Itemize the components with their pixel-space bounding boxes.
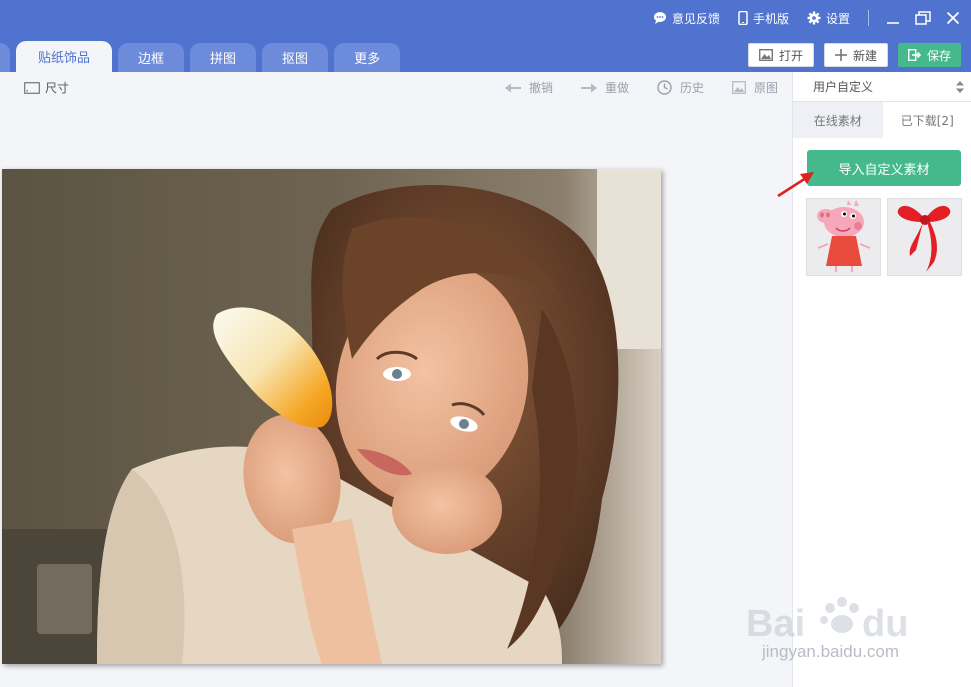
redo-label: 重做	[604, 81, 629, 95]
close-icon	[946, 11, 960, 25]
original-button[interactable]: 原图	[732, 79, 778, 96]
title-bar: 意见反馈 手机版 设置 贴纸饰品 边框 拼图 抠图 更多 打开 新建 保存	[0, 0, 971, 72]
undo-button[interactable]: 撤销	[504, 79, 553, 96]
feedback-link[interactable]: 意见反馈	[653, 10, 720, 27]
select-arrows-icon	[956, 81, 964, 93]
tab-online-materials[interactable]: 在线素材	[793, 102, 883, 138]
svg-text:du: du	[862, 603, 908, 645]
top-links: 意见反馈 手机版 设置	[653, 0, 971, 36]
sticker-red-ribbon[interactable]	[887, 198, 962, 276]
edit-toolbar: 尺寸 撤销 重做 历史 原图	[0, 72, 792, 102]
redo-button[interactable]: 重做	[580, 79, 629, 96]
size-label: 尺寸	[45, 81, 70, 95]
sticker-peppa-pig[interactable]	[806, 198, 881, 276]
new-button[interactable]: 新建	[823, 43, 888, 67]
settings-label: 设置	[825, 11, 850, 26]
undo-label: 撤销	[528, 81, 553, 95]
open-button[interactable]: 打开	[747, 43, 814, 67]
tab-borders[interactable]: 边框	[118, 43, 185, 72]
tab-more[interactable]: 更多	[334, 43, 401, 72]
save-button[interactable]: 保存	[897, 43, 961, 67]
history-label: 历史	[679, 81, 704, 95]
gear-icon	[807, 11, 821, 25]
file-actions: 打开 新建 保存	[738, 43, 961, 67]
save-label: 保存	[926, 48, 951, 63]
editor-canvas: 尺寸 撤销 重做 历史 原图	[0, 72, 792, 687]
tab-collage[interactable]: 拼图	[190, 43, 257, 72]
history-tools: 撤销 重做 历史 原图	[477, 79, 778, 96]
resize-icon	[24, 81, 40, 94]
feedback-label: 意见反馈	[671, 11, 720, 26]
tab-downloaded-materials[interactable]: 已下载[2]	[882, 102, 971, 138]
material-tabs: 在线素材 已下载[2]	[793, 102, 971, 138]
settings-link[interactable]: 设置	[807, 10, 850, 27]
peppa-pig-icon	[816, 200, 870, 272]
window-controls-divider	[868, 10, 869, 26]
import-custom-material-button[interactable]: 导入自定义素材	[807, 150, 961, 186]
main-tabs: 贴纸饰品 边框 拼图 抠图 更多	[0, 41, 406, 72]
picture-icon	[732, 81, 746, 94]
restore-button[interactable]	[911, 6, 935, 30]
tab-edge-stub	[0, 43, 10, 72]
arrow-right-icon	[580, 83, 597, 92]
category-select-value: 用户自定义	[813, 80, 874, 94]
restore-icon	[915, 11, 931, 25]
minimize-button[interactable]	[881, 6, 905, 30]
phone-icon	[738, 11, 748, 25]
edited-photo[interactable]	[2, 169, 661, 664]
export-icon	[907, 49, 921, 61]
clock-icon	[657, 80, 672, 95]
chat-bubble-icon	[653, 12, 666, 24]
portrait-photo-image	[2, 169, 661, 664]
image-icon	[758, 49, 773, 61]
original-label: 原图	[753, 81, 778, 95]
svg-text:Bai: Bai	[746, 603, 805, 645]
open-label: 打开	[778, 48, 803, 63]
close-button[interactable]	[941, 6, 965, 30]
new-label: 新建	[852, 48, 877, 63]
red-arrow-annotation	[777, 172, 814, 198]
tab-cutout[interactable]: 抠图	[262, 43, 329, 72]
mobile-link[interactable]: 手机版	[738, 10, 789, 27]
mobile-label: 手机版	[752, 11, 789, 26]
history-button[interactable]: 历史	[657, 79, 704, 96]
tab-stickers[interactable]: 贴纸饰品	[16, 41, 113, 72]
red-ribbon-icon	[897, 205, 950, 272]
watermark-url: jingyan.baidu.com	[762, 642, 900, 661]
sticker-grid	[806, 198, 968, 276]
minimize-icon	[887, 22, 899, 24]
arrow-left-icon	[504, 83, 521, 92]
size-tool[interactable]: 尺寸	[24, 79, 69, 96]
plus-icon	[834, 49, 847, 61]
category-select[interactable]: 用户自定义	[793, 72, 971, 102]
